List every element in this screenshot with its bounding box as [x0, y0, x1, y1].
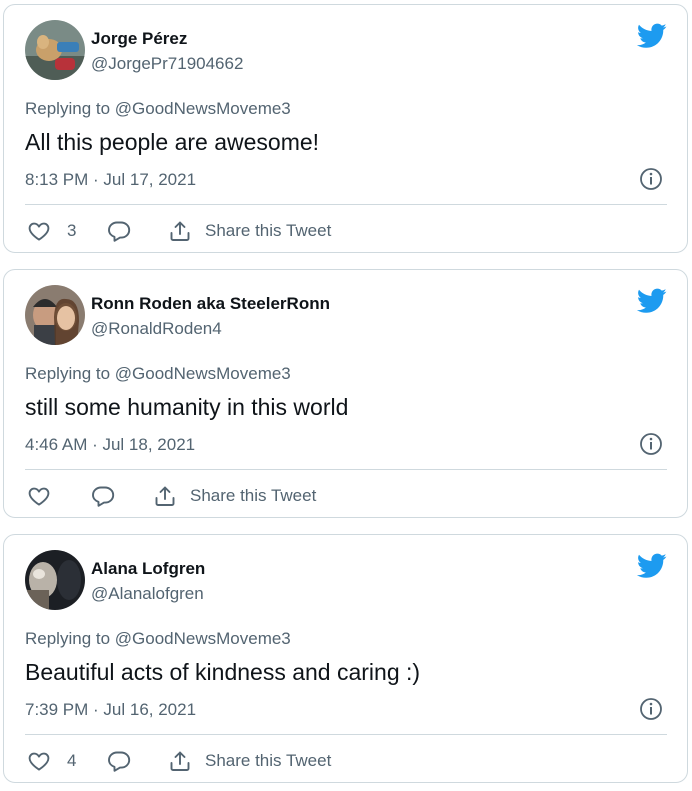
twitter-bird-icon[interactable] [637, 23, 667, 49]
divider [25, 204, 667, 205]
author-handle[interactable]: @RonaldRoden4 [91, 319, 222, 339]
avatar[interactable] [25, 550, 85, 610]
author-name[interactable]: Ronn Roden aka SteelerRonn [91, 294, 330, 314]
author-name[interactable]: Jorge Pérez [91, 29, 187, 49]
twitter-bird-icon[interactable] [637, 288, 667, 314]
comment-icon [108, 221, 131, 242]
timestamp[interactable]: 8:13 PM · Jul 17, 2021 [25, 170, 196, 190]
share-label: Share this Tweet [205, 221, 332, 240]
tweet-card[interactable]: Jorge Pérez @JorgePr71904662 Replying to… [3, 4, 688, 253]
reply-button[interactable] [91, 482, 115, 510]
heart-icon [28, 487, 50, 506]
share-button[interactable]: Share this Tweet [168, 747, 331, 775]
share-button[interactable]: Share this Tweet [168, 217, 331, 245]
share-button[interactable]: Share this Tweet [153, 482, 316, 510]
twitter-bird-icon[interactable] [637, 553, 667, 579]
like-button[interactable] [27, 482, 67, 510]
share-icon [170, 751, 190, 771]
share-icon [155, 486, 175, 506]
avatar[interactable] [25, 285, 85, 345]
replying-to: Replying to @GoodNewsMoveme3 [25, 364, 291, 383]
replying-to: Replying to @GoodNewsMoveme3 [25, 99, 291, 118]
tweet-card[interactable]: Alana Lofgren @Alanalofgren Replying to … [3, 534, 688, 783]
timestamp[interactable]: 7:39 PM · Jul 16, 2021 [25, 700, 196, 720]
like-button[interactable]: 4 [27, 747, 76, 775]
replying-to: Replying to @GoodNewsMoveme3 [25, 629, 291, 648]
author-name[interactable]: Alana Lofgren [91, 559, 205, 579]
reply-button[interactable] [107, 747, 131, 775]
comment-icon [92, 486, 115, 507]
divider [25, 734, 667, 735]
tweet-card[interactable]: Ronn Roden aka SteelerRonn @RonaldRoden4… [3, 269, 688, 518]
info-icon[interactable] [639, 697, 663, 721]
divider [25, 469, 667, 470]
like-count: 4 [67, 751, 77, 770]
reply-button[interactable] [107, 217, 131, 245]
like-count: 3 [67, 221, 77, 240]
tweet-text: Beautiful acts of kindness and caring :) [25, 659, 421, 685]
info-icon[interactable] [639, 167, 663, 191]
author-handle[interactable]: @JorgePr71904662 [91, 54, 243, 74]
share-icon [170, 221, 190, 241]
timestamp[interactable]: 4:46 AM · Jul 18, 2021 [25, 435, 195, 455]
heart-icon [28, 222, 50, 241]
tweet-text: All this people are awesome! [25, 129, 320, 155]
comment-icon [108, 751, 131, 772]
heart-icon [28, 752, 50, 771]
share-label: Share this Tweet [190, 486, 317, 505]
tweet-text: still some humanity in this world [25, 394, 349, 420]
author-handle[interactable]: @Alanalofgren [91, 584, 204, 604]
share-label: Share this Tweet [205, 751, 332, 770]
info-icon[interactable] [639, 432, 663, 456]
like-button[interactable]: 3 [27, 217, 76, 245]
avatar[interactable] [25, 20, 85, 80]
